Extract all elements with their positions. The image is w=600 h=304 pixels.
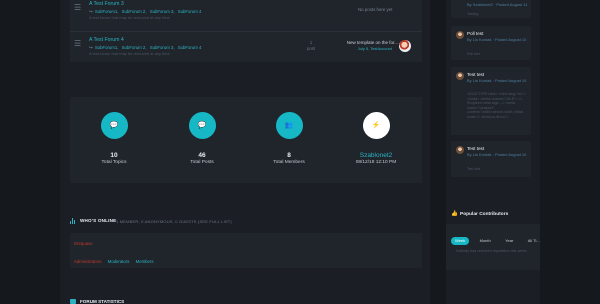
board-stats-panel: 💬 10 Total Topics 💬 46 Total Posts 👥 8 T… — [70, 97, 422, 183]
stat-label: Total Members — [273, 160, 305, 165]
legend-moderators[interactable]: Moderators — [108, 259, 130, 264]
newest-member-date: 08/12/18 12:10 PM — [355, 160, 397, 165]
avatar[interactable] — [456, 146, 464, 154]
forum-statistics-header: FORUM STATISTICS — [70, 299, 170, 304]
users-icon: 👥 — [275, 112, 303, 139]
subforum-arrow-icon: ↪ — [89, 45, 93, 50]
stat-label: Total Topics — [101, 160, 127, 165]
latest-post-link[interactable]: New template on the for... — [270, 40, 398, 45]
popular-contributors-title: Popular Contributors — [460, 212, 509, 217]
avatar[interactable] — [456, 31, 464, 39]
legend-administrators[interactable]: Administrators — [74, 259, 101, 264]
stat-label: Total Posts — [190, 160, 214, 165]
newest-member-link[interactable]: Szablonet2 — [346, 152, 406, 159]
subforum-link[interactable]: SubForum 3, — [150, 9, 175, 14]
whos-online-header: WHO'S ONLINE 1 MEMBER, 0 ANONYMOUS, 0 GU… — [70, 218, 422, 226]
forum-row: ☰ A Test Forum 4 ↪ SubForum1, SubForum 2… — [70, 31, 422, 62]
card-body: Test test — [467, 167, 481, 171]
activity-card[interactable]: Test test By Lis Kontak · Posted August … — [451, 141, 531, 177]
comments-icon: 💬 — [188, 112, 216, 139]
activity-card[interactable]: Test test By Lis Kontak · Posted August … — [451, 67, 531, 135]
whos-online-summary[interactable]: 1 MEMBER, 0 ANONYMOUS, 0 GUESTS (SEE FUL… — [116, 219, 232, 224]
group-legend: Administrators Moderators Members — [74, 259, 159, 264]
tab-year[interactable]: Year — [501, 237, 517, 245]
bar-chart-icon — [70, 218, 76, 224]
subforum-arrow-icon: ↪ — [89, 9, 93, 14]
forum-page: ☰ A Test Forum 3 ↪ SubForum1, SubForum 2… — [0, 0, 600, 304]
card-title-link[interactable]: Test test — [467, 72, 484, 77]
thumbs-up-icon: 👍 — [451, 211, 458, 217]
stat-value: 46 — [198, 152, 206, 159]
avatar[interactable] — [399, 40, 411, 52]
stat-topics: 💬 10 Total Topics — [84, 112, 144, 165]
stat-newest-member: ⚡ Szablonet2 08/12/18 12:10 PM — [346, 112, 406, 165]
contributors-empty-message: Nobody has received reputation this week… — [456, 249, 528, 253]
legend-members[interactable]: Members — [136, 259, 154, 264]
card-body: Testing — [467, 12, 479, 16]
online-user-link[interactable]: Drequase — [74, 241, 93, 246]
forum-description: A test forum that may be removed at any … — [89, 15, 170, 20]
avatar[interactable] — [456, 72, 464, 80]
forum-title-link[interactable]: A Test Forum 4 — [89, 37, 124, 43]
whos-online-title: WHO'S ONLINE — [80, 218, 117, 223]
activity-card[interactable]: By Szablonet2 · Posted August 11 Testing — [451, 0, 531, 18]
forum-title-link[interactable]: A Test Forum 3 — [89, 1, 124, 7]
subforum-link[interactable]: SubForum 2, — [122, 45, 147, 50]
contributor-tabs: Week Month Year All Ti... — [451, 229, 546, 247]
whos-online-panel: Drequase Administrators Moderators Membe… — [70, 233, 422, 268]
card-meta[interactable]: By Szablonet2 · Posted August 11 — [467, 2, 529, 7]
forum-description: A test forum that may be removed at any … — [89, 51, 170, 56]
subforum-link[interactable]: SubForum 3, — [150, 45, 175, 50]
stat-value: 10 — [110, 152, 118, 159]
card-title-link[interactable]: Poll test — [467, 31, 483, 36]
card-body: <!DOCTYPE html> <html lang="en"> <head> … — [467, 92, 526, 119]
stat-posts: 💬 46 Total Posts — [172, 112, 232, 165]
forum-list: ☰ A Test Forum 3 ↪ SubForum1, SubForum 2… — [70, 0, 422, 62]
popular-contributors-panel: Week Month Year All Ti... Nobody has rec… — [446, 224, 540, 270]
statistics-icon — [70, 299, 76, 304]
forum-read-icon: ☰ — [74, 39, 82, 48]
tab-all-time[interactable]: All Ti... — [524, 237, 544, 245]
card-meta[interactable]: By Lis Kontak · Posted August 10 — [467, 37, 529, 42]
subforum-link[interactable]: SubForum1, — [95, 45, 119, 50]
forum-row: ☰ A Test Forum 3 ↪ SubForum1, SubForum 2… — [70, 0, 422, 27]
forum-read-icon: ☰ — [74, 3, 82, 12]
subforum-link[interactable]: SubForum 4 — [178, 45, 202, 50]
stat-members: 👥 8 Total Members — [259, 112, 319, 165]
stat-value: 8 — [287, 152, 291, 159]
card-meta[interactable]: By Lis Kontak · Posted August 10 — [467, 78, 529, 83]
subforum-link[interactable]: SubForum 2, — [122, 9, 147, 14]
card-title-link[interactable]: Test test — [467, 146, 484, 151]
tab-week[interactable]: Week — [451, 237, 470, 245]
forum-status: No posts here yet — [358, 7, 393, 12]
card-meta[interactable]: By Lis Kontak · Posted August 10 — [467, 152, 529, 157]
newest-member-avatar[interactable]: ⚡ — [362, 112, 390, 139]
tab-month[interactable]: Month — [476, 237, 495, 245]
card-body: Poll test — [467, 52, 480, 56]
forum-statistics-title: FORUM STATISTICS — [80, 299, 125, 304]
subforum-link[interactable]: SubForum1, — [95, 9, 119, 14]
subforum-link[interactable]: SubForum 4 — [178, 9, 202, 14]
latest-post-meta[interactable]: July 5, TestAccount — [264, 46, 392, 51]
activity-card[interactable]: Poll test By Lis Kontak · Posted August … — [451, 26, 531, 60]
comment-icon: 💬 — [100, 112, 128, 139]
